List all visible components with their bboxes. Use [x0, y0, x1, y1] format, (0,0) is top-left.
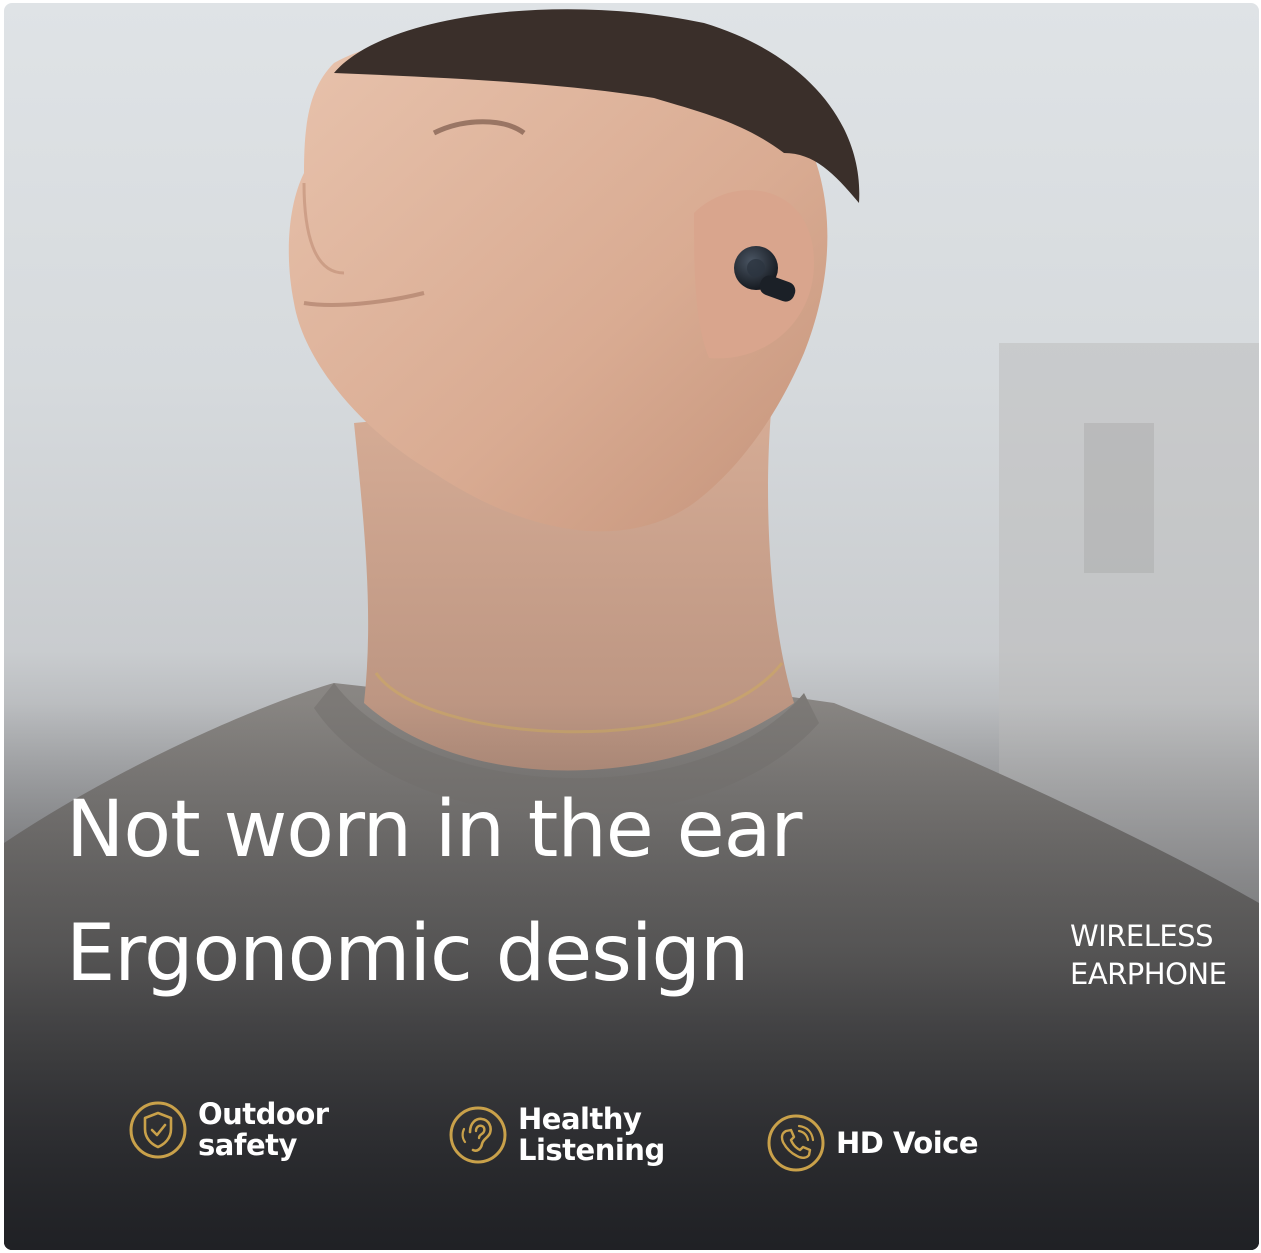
product-banner: Not worn in the ear Ergonomic design WIR…	[4, 3, 1259, 1250]
model-photo	[4, 9, 1259, 1250]
headline-line-1: Not worn in the ear	[66, 785, 802, 875]
feature-label: HD Voice	[836, 1125, 979, 1160]
phone-icon	[767, 1114, 825, 1172]
product-type-line-1: WIRELESS	[1070, 919, 1214, 953]
feature-label-line-2: Listening	[518, 1133, 665, 1167]
feature-hd-voice: HD Voice	[766, 1113, 979, 1173]
feature-label: Healthy Listening	[518, 1104, 665, 1166]
feature-label-line-1: HD Voice	[836, 1125, 979, 1160]
product-type-label: WIRELESS EARPHONE	[1070, 917, 1227, 993]
product-type-line-2: EARPHONE	[1070, 957, 1227, 991]
feature-healthy-listening: Healthy Listening	[448, 1104, 665, 1166]
feature-label: Outdoor safety	[198, 1099, 329, 1161]
feature-label-line-2: safety	[198, 1128, 297, 1162]
feature-outdoor-safety: Outdoor safety	[128, 1099, 329, 1161]
feature-label-line-1: Outdoor	[198, 1097, 329, 1131]
feature-label-line-1: Healthy	[518, 1102, 642, 1136]
shield-check-icon	[129, 1101, 187, 1159]
ear-icon	[449, 1106, 507, 1164]
headline-line-2: Ergonomic design	[66, 909, 749, 999]
